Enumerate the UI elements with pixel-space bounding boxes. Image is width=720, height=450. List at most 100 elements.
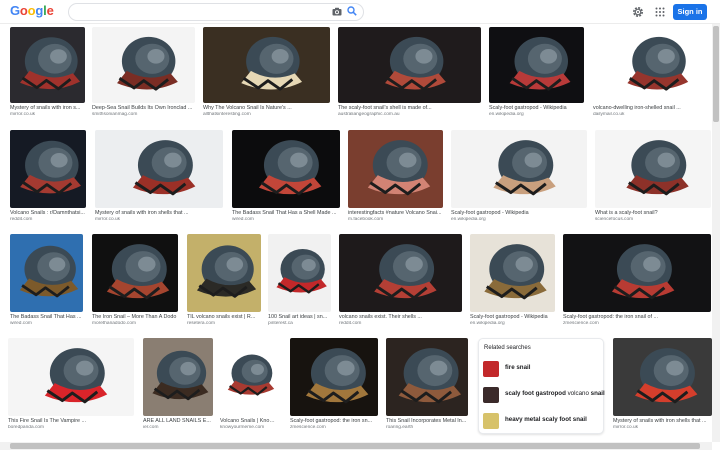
result-thumbnail[interactable] (220, 338, 278, 416)
image-result[interactable]: Scaly-foot gastropod: the iron snail of … (563, 234, 711, 327)
result-thumbnail[interactable] (10, 234, 83, 312)
result-thumbnail[interactable] (203, 27, 330, 103)
result-thumbnail[interactable] (95, 130, 223, 208)
image-result[interactable]: Mystery of snails with iron shells that … (613, 338, 712, 431)
search-box[interactable] (68, 3, 364, 22)
result-title[interactable]: What is a scaly-foot snail? (595, 210, 711, 217)
result-title[interactable]: Mystery of snails with iron shells that … (95, 210, 223, 217)
result-title[interactable]: The Iron Snail – More Than A Dodo (92, 314, 178, 321)
result-title[interactable]: Scaly-foot gastropod - Wikipedia (489, 105, 584, 112)
result-thumbnail[interactable] (595, 130, 711, 208)
horizontal-scrollbar[interactable] (0, 442, 712, 450)
google-logo[interactable]: Google (10, 3, 54, 18)
result-title[interactable]: interestingfacts #nature Volcano Snai... (348, 210, 443, 217)
result-title[interactable]: Scaly-foot gastropod - Wikipedia (451, 210, 587, 217)
image-result[interactable]: This Fire Snail Is The Vampire ... boredp… (8, 338, 134, 431)
image-result[interactable]: The Iron Snail – More Than A Dodo moretha… (92, 234, 178, 327)
result-thumbnail[interactable] (386, 338, 468, 416)
result-thumbnail[interactable] (470, 234, 555, 312)
image-result[interactable]: Mystery of snails with iron shells that … (95, 130, 223, 223)
image-result[interactable]: TIL volcano snails exist | R... resetera.… (187, 234, 261, 327)
result-source: mirror.co.uk (95, 217, 121, 222)
result-thumbnail[interactable] (338, 27, 481, 103)
result-source: reddit.com (10, 217, 33, 222)
related-search-label: heavy metal scaly foot snail (505, 416, 587, 423)
result-thumbnail[interactable] (10, 130, 86, 208)
result-title[interactable]: Volcano Snails : r/Damnthatsi... (10, 210, 86, 217)
image-result[interactable]: Deep-Sea Snail Builds Its Own Ironclad .… (92, 27, 195, 118)
result-title[interactable]: The Badass Snail That Has a Shell Made .… (232, 210, 340, 217)
result-thumbnail[interactable] (593, 27, 713, 103)
result-title[interactable]: This Snail Incorporates Metal In... (386, 418, 468, 425)
related-thumb (483, 413, 499, 429)
result-title[interactable]: Deep-Sea Snail Builds Its Own Ironclad .… (92, 105, 195, 112)
image-result[interactable]: Why The Volcano Snail Is Nature's ... all… (203, 27, 330, 118)
image-result[interactable]: volcano-dwelling iron-shelled snail ... d… (593, 27, 713, 118)
image-result[interactable]: Scaly-foot gastropod - Wikipedia en.wikip… (451, 130, 587, 223)
image-result[interactable]: What is a scaly-foot snail? sciencefocus.… (595, 130, 711, 223)
image-result[interactable]: Mystery of snails with iron s... mirror.c… (10, 27, 85, 118)
result-title[interactable]: The scaly-foot snail's shell is made of.… (338, 105, 481, 112)
result-thumbnail[interactable] (489, 27, 584, 103)
search-icon[interactable] (347, 6, 357, 16)
result-title[interactable]: This Fire Snail Is The Vampire ... (8, 418, 134, 425)
image-result[interactable]: Scaly-foot gastropod: the iron sn... zmes… (290, 338, 378, 431)
result-thumbnail[interactable] (290, 338, 378, 416)
result-title[interactable]: 100 Snail art ideas | sn... (268, 314, 331, 321)
result-title[interactable]: ARE ALL LAND SNAILS E... (143, 418, 213, 425)
result-thumbnail[interactable] (232, 130, 340, 208)
result-title[interactable]: Why The Volcano Snail Is Nature's ... (203, 105, 330, 112)
result-thumbnail[interactable] (187, 234, 261, 312)
gear-icon[interactable] (632, 6, 644, 18)
related-search-item[interactable]: scaly foot gastropod volcano snail (479, 383, 605, 407)
image-result[interactable]: Volcano Snails | Know ... knowyourmeme.co… (220, 338, 278, 431)
sign-in-button[interactable]: Sign in (673, 4, 707, 20)
image-result[interactable]: volcano snails exist. Their shells ... re… (339, 234, 462, 327)
image-result[interactable]: ARE ALL LAND SNAILS E... ier.com (143, 338, 213, 431)
result-title[interactable]: The Badass Snail That Has ... (10, 314, 83, 321)
result-source: wired.com (232, 217, 254, 222)
related-search-item[interactable]: heavy metal scaly foot snail (479, 409, 605, 433)
result-thumbnail[interactable] (92, 234, 178, 312)
result-thumbnail[interactable] (268, 234, 331, 312)
image-result[interactable]: This Snail Incorporates Metal In... roari… (386, 338, 468, 431)
camera-icon[interactable] (332, 7, 342, 16)
apps-grid-icon[interactable] (655, 7, 665, 17)
image-result[interactable]: interestingfacts #nature Volcano Snai...… (348, 130, 443, 223)
result-title[interactable]: Mystery of snails with iron s... (10, 105, 85, 112)
image-result[interactable]: Scaly-foot gastropod - Wikipedia en.wikip… (470, 234, 555, 327)
result-source: allthatsinteresting.com (203, 112, 251, 117)
result-title[interactable]: TIL volcano snails exist | R... (187, 314, 261, 321)
related-thumb (483, 361, 499, 377)
result-thumbnail[interactable] (10, 27, 85, 103)
result-title[interactable]: Scaly-foot gastropod: the iron sn... (290, 418, 378, 425)
result-thumbnail[interactable] (92, 27, 195, 103)
result-title[interactable]: Scaly-foot gastropod - Wikipedia (470, 314, 555, 321)
image-result[interactable]: The Badass Snail That Has a Shell Made .… (232, 130, 340, 223)
vertical-scrollbar[interactable] (712, 24, 720, 442)
result-source: mirror.co.uk (613, 425, 639, 430)
result-thumbnail[interactable] (348, 130, 443, 208)
related-search-item[interactable]: fire snail (479, 357, 605, 381)
result-thumbnail[interactable] (563, 234, 711, 312)
result-source: en.wikipedia.org (451, 217, 486, 222)
result-thumbnail[interactable] (613, 338, 712, 416)
result-thumbnail[interactable] (339, 234, 462, 312)
result-source: dailymail.co.uk (593, 112, 625, 117)
image-result[interactable]: 100 Snail art ideas | sn... pinterest.ca (268, 234, 331, 327)
result-title[interactable]: Mystery of snails with iron shells that … (613, 418, 712, 425)
image-result[interactable]: The Badass Snail That Has ... wired.com (10, 234, 83, 327)
search-input[interactable] (77, 6, 327, 22)
image-result[interactable]: Scaly-foot gastropod - Wikipedia en.wikip… (489, 27, 584, 118)
result-title[interactable]: Scaly-foot gastropod: the iron snail of … (563, 314, 711, 321)
result-title[interactable]: volcano-dwelling iron-shelled snail ... (593, 105, 713, 112)
result-title[interactable]: volcano snails exist. Their shells ... (339, 314, 462, 321)
result-thumbnail[interactable] (8, 338, 134, 416)
scrollbar-thumb[interactable] (713, 26, 719, 122)
scrollbar-thumb[interactable] (10, 443, 700, 449)
result-thumbnail[interactable] (451, 130, 587, 208)
image-result[interactable]: The scaly-foot snail's shell is made of.… (338, 27, 481, 118)
result-thumbnail[interactable] (143, 338, 213, 416)
result-title[interactable]: Volcano Snails | Know ... (220, 418, 278, 425)
image-result[interactable]: Volcano Snails : r/Damnthatsi... reddit.c… (10, 130, 86, 223)
